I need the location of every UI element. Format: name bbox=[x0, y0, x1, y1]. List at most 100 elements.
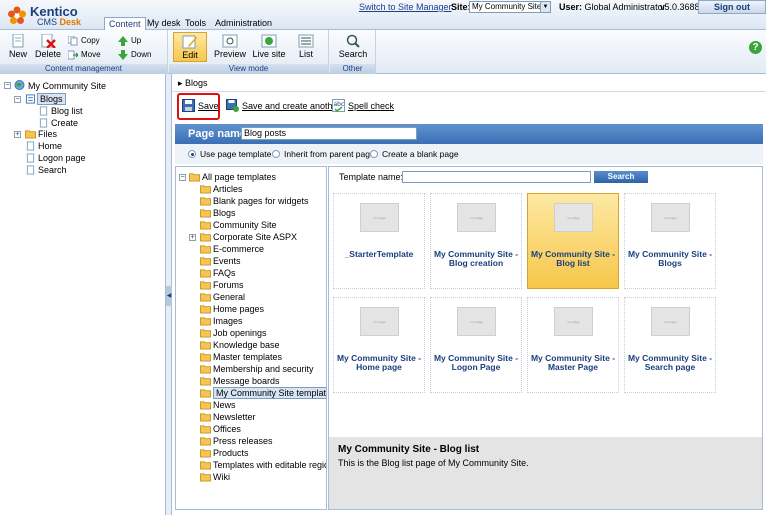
page-name-input[interactable]: Blog posts bbox=[241, 127, 417, 140]
template-category-item[interactable]: Master templates bbox=[213, 351, 282, 363]
template-category-item[interactable]: Forums bbox=[213, 279, 244, 291]
template-category-item[interactable]: My Community Site templates bbox=[213, 387, 326, 399]
folder-icon bbox=[200, 413, 211, 422]
tree-item-home[interactable]: Home bbox=[38, 140, 62, 152]
folder-icon bbox=[200, 365, 211, 374]
inherit-from-parent-radio[interactable]: Inherit from parent page bbox=[272, 149, 375, 159]
expand-icon[interactable]: + bbox=[14, 131, 21, 138]
header-bar: Kentico CMS Desk Content My desk Tools A… bbox=[0, 0, 766, 30]
template-category-item[interactable]: Corporate Site ASPX bbox=[213, 231, 297, 243]
template-category-item[interactable]: Offices bbox=[213, 423, 241, 435]
template-thumbnail: no image bbox=[457, 307, 496, 336]
template-category-item[interactable]: Images bbox=[213, 315, 243, 327]
preview-button[interactable]: Preview bbox=[213, 32, 247, 62]
copy-button[interactable]: Copy bbox=[68, 35, 100, 47]
collapse-icon[interactable]: − bbox=[179, 174, 186, 181]
template-category-item[interactable]: Message boards bbox=[213, 375, 280, 387]
edit-button[interactable]: Edit bbox=[173, 32, 207, 62]
template-category-item[interactable]: Products bbox=[213, 447, 249, 459]
template-tree-root[interactable]: All page templates bbox=[202, 171, 276, 183]
expand-icon[interactable]: + bbox=[189, 234, 196, 241]
template-card[interactable]: no image My Community Site - Logon Page bbox=[430, 297, 522, 393]
folder-icon bbox=[200, 425, 211, 434]
template-category-item[interactable]: FAQs bbox=[213, 267, 236, 279]
template-category-item[interactable]: Job openings bbox=[213, 327, 267, 339]
template-category-item[interactable]: Blogs bbox=[213, 207, 236, 219]
user-info: User: Global Administrator bbox=[559, 2, 666, 12]
template-card[interactable]: no image My Community Site - Blog creatio… bbox=[430, 193, 522, 289]
radio-selected-icon[interactable] bbox=[188, 150, 196, 158]
tab-my-desk[interactable]: My desk bbox=[143, 17, 185, 30]
template-card[interactable]: no image My Community Site - Blogs bbox=[624, 193, 716, 289]
template-card[interactable]: no image My Community Site - Master Page bbox=[527, 297, 619, 393]
template-name: My Community Site - Blog creation bbox=[433, 249, 519, 268]
template-card[interactable]: no image My Community Site - Search page bbox=[624, 297, 716, 393]
template-card[interactable]: no image My Community Site - Blog list bbox=[527, 193, 619, 289]
collapse-icon[interactable]: − bbox=[14, 96, 21, 103]
folder-icon bbox=[200, 329, 211, 338]
template-name-input[interactable] bbox=[402, 171, 591, 183]
tree-root-site[interactable]: My Community Site bbox=[28, 80, 106, 92]
template-name: My Community Site - Master Page bbox=[530, 353, 616, 372]
version-label: v5.0.3688 bbox=[660, 2, 700, 12]
template-category-item[interactable]: Home pages bbox=[213, 303, 264, 315]
template-thumbnail: no image bbox=[360, 307, 399, 336]
template-category-item[interactable]: Articles bbox=[213, 183, 243, 195]
tree-item-files[interactable]: Files bbox=[38, 128, 57, 140]
down-button[interactable]: Down bbox=[118, 49, 151, 61]
folder-icon bbox=[200, 389, 211, 398]
view-mode-group: Edit Preview Live site List View mode bbox=[169, 30, 329, 74]
switch-to-site-manager-link[interactable]: Switch to Site Manager bbox=[359, 2, 452, 12]
template-category-item[interactable]: Community Site bbox=[213, 219, 277, 231]
spell-check-button[interactable]: abc Spell check bbox=[332, 99, 394, 113]
move-button[interactable]: Move bbox=[68, 49, 101, 61]
folder-icon bbox=[200, 197, 211, 206]
create-blank-page-radio[interactable]: Create a blank page bbox=[370, 149, 459, 159]
help-icon[interactable]: ? bbox=[749, 41, 762, 54]
live-site-button[interactable]: Live site bbox=[251, 32, 287, 62]
radio-icon[interactable] bbox=[370, 150, 378, 158]
folder-icon bbox=[200, 245, 211, 254]
template-search-button[interactable]: Search bbox=[594, 171, 648, 183]
site-select[interactable]: My Community Site ▼ bbox=[469, 1, 551, 13]
up-button[interactable]: Up bbox=[118, 35, 141, 47]
template-category-item[interactable]: Templates with editable regio bbox=[213, 459, 326, 471]
radio-icon[interactable] bbox=[272, 150, 280, 158]
template-category-item[interactable]: Press releases bbox=[213, 435, 273, 447]
tab-administration[interactable]: Administration bbox=[211, 17, 276, 30]
breadcrumb-item[interactable]: Blogs bbox=[185, 78, 208, 88]
chevron-down-icon[interactable]: ▼ bbox=[540, 2, 550, 12]
page-icon bbox=[26, 141, 35, 151]
arrow-up-icon bbox=[118, 36, 128, 46]
tab-tools[interactable]: Tools bbox=[181, 17, 210, 30]
template-thumbnail: no image bbox=[360, 203, 399, 232]
template-category-item[interactable]: Wiki bbox=[213, 471, 230, 483]
save-button[interactable]: Save bbox=[182, 99, 219, 113]
tab-content[interactable]: Content bbox=[104, 17, 146, 30]
folder-icon bbox=[200, 293, 211, 302]
sign-out-button[interactable]: Sign out bbox=[698, 0, 766, 14]
tree-item-blog-list[interactable]: Blog list bbox=[51, 105, 83, 117]
template-category-item[interactable]: Events bbox=[213, 255, 241, 267]
template-category-item[interactable]: Newsletter bbox=[213, 411, 256, 423]
template-card[interactable]: no image My Community Site - Home page bbox=[333, 297, 425, 393]
template-category-item[interactable]: News bbox=[213, 399, 236, 411]
list-button[interactable]: List bbox=[291, 32, 321, 62]
tree-item-search[interactable]: Search bbox=[38, 164, 67, 176]
tree-item-blogs[interactable]: Blogs bbox=[37, 93, 66, 105]
template-category-item[interactable]: E-commerce bbox=[213, 243, 264, 255]
template-category-item[interactable]: Membership and security bbox=[213, 363, 314, 375]
save-and-create-another-button[interactable]: Save and create another bbox=[226, 99, 341, 113]
search-button[interactable]: Search bbox=[336, 32, 370, 62]
collapse-icon[interactable]: − bbox=[4, 82, 11, 89]
template-category-item[interactable]: General bbox=[213, 291, 245, 303]
template-category-item[interactable]: Blank pages for widgets bbox=[213, 195, 309, 207]
template-category-item[interactable]: Knowledge base bbox=[213, 339, 280, 351]
delete-button[interactable]: Delete bbox=[33, 32, 63, 62]
template-thumbnail: no image bbox=[651, 307, 690, 336]
tree-item-logon-page[interactable]: Logon page bbox=[38, 152, 86, 164]
template-card[interactable]: no image _StarterTemplate bbox=[333, 193, 425, 289]
folder-icon bbox=[200, 437, 211, 446]
new-button[interactable]: New bbox=[3, 32, 33, 62]
use-page-template-radio[interactable]: Use page template bbox=[188, 149, 271, 159]
